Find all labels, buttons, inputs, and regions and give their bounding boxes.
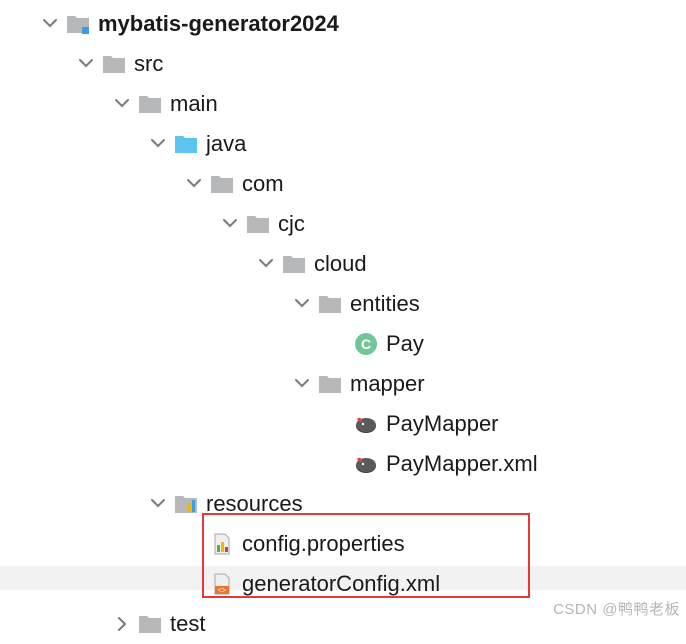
properties-file-icon bbox=[208, 533, 236, 555]
tree-label: main bbox=[170, 91, 218, 117]
tree-label: com bbox=[242, 171, 284, 197]
tree-item-entities[interactable]: entities bbox=[0, 284, 686, 324]
tree-label: entities bbox=[350, 291, 420, 317]
tree-item-resources[interactable]: resources bbox=[0, 484, 686, 524]
tree-item-main[interactable]: main bbox=[0, 84, 686, 124]
chevron-down-icon[interactable] bbox=[288, 377, 316, 391]
java-class-icon: C bbox=[352, 333, 380, 355]
mybatis-xml-icon bbox=[352, 453, 380, 475]
tree-label: PayMapper.xml bbox=[386, 451, 538, 477]
tree-item-paymapper[interactable]: PayMapper bbox=[0, 404, 686, 444]
tree-label: generatorConfig.xml bbox=[242, 571, 440, 597]
tree-label: cloud bbox=[314, 251, 367, 277]
xml-file-icon: <> bbox=[208, 573, 236, 595]
package-icon bbox=[280, 253, 308, 275]
mybatis-mapper-icon bbox=[352, 413, 380, 435]
svg-text:<>: <> bbox=[218, 588, 226, 595]
chevron-down-icon[interactable] bbox=[144, 497, 172, 511]
package-icon bbox=[316, 373, 344, 395]
chevron-down-icon[interactable] bbox=[180, 177, 208, 191]
chevron-down-icon[interactable] bbox=[72, 57, 100, 71]
tree-label: config.properties bbox=[242, 531, 405, 557]
resources-folder-icon bbox=[172, 493, 200, 515]
source-folder-icon bbox=[172, 133, 200, 155]
tree-item-com[interactable]: com bbox=[0, 164, 686, 204]
tree-label: PayMapper bbox=[386, 411, 499, 437]
folder-icon bbox=[136, 613, 164, 635]
chevron-down-icon[interactable] bbox=[144, 137, 172, 151]
tree-label: java bbox=[206, 131, 246, 157]
tree-item-cjc[interactable]: cjc bbox=[0, 204, 686, 244]
tree-item-cloud[interactable]: cloud bbox=[0, 244, 686, 284]
tree-label: mapper bbox=[350, 371, 425, 397]
chevron-down-icon[interactable] bbox=[288, 297, 316, 311]
tree-item-java[interactable]: java bbox=[0, 124, 686, 164]
tree-label: mybatis-generator2024 bbox=[98, 11, 339, 37]
tree-item-src[interactable]: src bbox=[0, 44, 686, 84]
package-icon bbox=[208, 173, 236, 195]
tree-item-root[interactable]: mybatis-generator2024 bbox=[0, 4, 686, 44]
tree-item-config-properties[interactable]: config.properties bbox=[0, 524, 686, 564]
watermark-text: CSDN @鸭鸭老板 bbox=[553, 598, 680, 619]
package-icon bbox=[244, 213, 272, 235]
tree-label: cjc bbox=[278, 211, 305, 237]
package-icon bbox=[316, 293, 344, 315]
chevron-down-icon[interactable] bbox=[108, 97, 136, 111]
tree-item-mapper[interactable]: mapper bbox=[0, 364, 686, 404]
chevron-down-icon[interactable] bbox=[216, 217, 244, 231]
chevron-right-icon[interactable] bbox=[108, 617, 136, 631]
chevron-down-icon[interactable] bbox=[252, 257, 280, 271]
tree-label: Pay bbox=[386, 331, 424, 357]
folder-icon bbox=[136, 93, 164, 115]
chevron-down-icon[interactable] bbox=[36, 17, 64, 31]
module-folder-icon bbox=[64, 13, 92, 35]
folder-icon bbox=[100, 53, 128, 75]
tree-label: test bbox=[170, 611, 205, 637]
tree-item-pay-class[interactable]: C Pay bbox=[0, 324, 686, 364]
tree-label: resources bbox=[206, 491, 303, 517]
tree-label: src bbox=[134, 51, 163, 77]
tree-item-paymapper-xml[interactable]: PayMapper.xml bbox=[0, 444, 686, 484]
